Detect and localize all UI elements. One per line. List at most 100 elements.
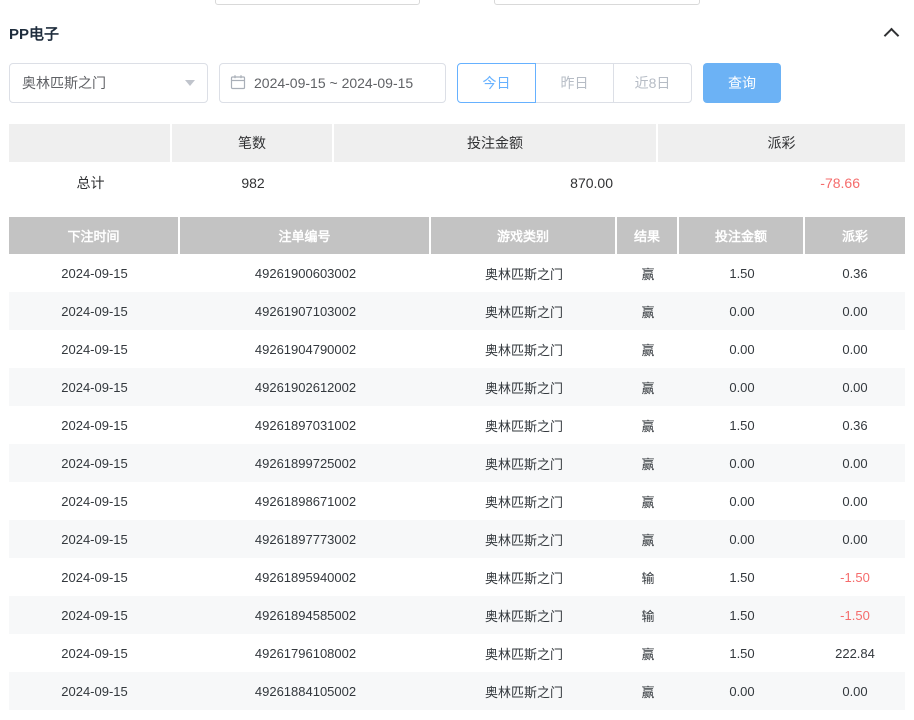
summary-header-row: 笔数 投注金额 派彩: [9, 124, 905, 162]
cell-order-id: 49261895940002: [254, 569, 357, 585]
date-range-value: 2024-09-15 ~ 2024-09-15: [254, 75, 414, 91]
cell-result: 赢: [641, 342, 655, 358]
cell-game-category: 奥林匹斯之门: [484, 380, 563, 396]
cell-result: 输: [641, 570, 655, 586]
filter-row: 奥林匹斯之门 2024-09-15 ~ 2024-09-15 今日 昨日 近8日…: [9, 63, 781, 103]
col-header-result: 结果: [617, 217, 679, 254]
cell-order-id: 49261898671002: [254, 493, 357, 509]
cell-game-category: 奥林匹斯之门: [484, 684, 563, 700]
page: PP电子 奥林匹斯之门 2024-09-15 ~ 2024-09-15 今日 昨…: [0, 0, 914, 720]
col-header-order-id: 注单编号: [180, 217, 431, 254]
cell-payout: 0.36: [842, 265, 868, 281]
cell-order-id: 49261902612002: [254, 379, 357, 395]
cell-result: 赢: [641, 532, 655, 548]
bet-table-body: 2024-09-15 49261900603002 奥林匹斯之门 赢 1.50 …: [9, 254, 905, 720]
col-header-game-category: 游戏类别: [431, 217, 617, 254]
cell-result: 赢: [641, 266, 655, 282]
cell-game-category: 奥林匹斯之门: [484, 570, 563, 586]
cell-bet-time: 2024-09-15: [61, 455, 128, 471]
table-row: 2024-09-15 49261904790002 奥林匹斯之门 赢 0.00 …: [9, 330, 905, 368]
cell-order-id: 49261884105002: [254, 683, 357, 699]
bet-table: 下注时间 注单编号 游戏类别 结果 投注金额 派彩 2024-09-15 492…: [9, 217, 905, 720]
cropped-input-left[interactable]: [215, 0, 420, 5]
cell-game-category: 奥林匹斯之门: [484, 532, 563, 548]
cell-result: 赢: [641, 456, 655, 472]
cell-order-id: 49261796108002: [254, 645, 357, 661]
cell-result: 赢: [641, 380, 655, 396]
date-range-input[interactable]: 2024-09-15 ~ 2024-09-15: [219, 63, 446, 103]
summary-total-label: 总计: [76, 175, 105, 191]
cell-order-id: 49261900603002: [254, 265, 357, 281]
cell-game-category: 奥林匹斯之门: [484, 304, 563, 320]
summary-table: 笔数 投注金额 派彩 总计 982 870.00 -78.66: [9, 124, 905, 204]
cell-order-id: 49261904790002: [254, 341, 357, 357]
cell-bet-amount: 0.00: [729, 379, 755, 395]
cell-order-id: 49261894585002: [254, 607, 357, 623]
cell-game-category: 奥林匹斯之门: [484, 646, 563, 662]
chevron-up-icon[interactable]: [884, 27, 900, 39]
summary-total-count: 982: [241, 175, 265, 191]
cell-game-category: 奥林匹斯之门: [484, 266, 563, 282]
cell-order-id: 49261897031002: [254, 417, 357, 433]
cell-bet-time: 2024-09-15: [61, 607, 128, 623]
cell-bet-amount: 1.50: [729, 645, 755, 661]
cell-bet-time: 2024-09-15: [61, 569, 128, 585]
cell-game-category: [431, 710, 617, 720]
game-select[interactable]: 奥林匹斯之门: [9, 63, 208, 103]
summary-header-payout: 派彩: [658, 124, 905, 162]
summary-header-count: 笔数: [172, 124, 334, 162]
panel-header: PP电子: [9, 22, 900, 44]
table-row: 2024-09-15 49261898671002 奥林匹斯之门 赢 0.00 …: [9, 482, 905, 520]
cell-bet-amount: 0.00: [729, 455, 755, 471]
cell-order-id: 49261907103002: [254, 303, 357, 319]
cell-game-category: 奥林匹斯之门: [484, 608, 563, 624]
table-row: 2024-09-15 49261897031002 奥林匹斯之门 赢 1.50 …: [9, 406, 905, 444]
cell-payout: 0.00: [842, 455, 868, 471]
summary-total-bet-amount: 870.00: [570, 175, 613, 191]
cell-result: [617, 710, 679, 720]
cell-payout: 0.00: [842, 683, 868, 699]
cell-game-category: 奥林匹斯之门: [484, 418, 563, 434]
cell-bet-amount: 1.50: [729, 569, 755, 585]
table-row: 2024-09-15 49261796108002 奥林匹斯之门 赢 1.50 …: [9, 634, 905, 672]
cell-payout: 0.00: [842, 303, 868, 319]
table-row: 2024-09-15 49261894585002 奥林匹斯之门 输 1.50 …: [9, 596, 905, 634]
quick-button-yesterday[interactable]: 昨日: [535, 63, 614, 103]
cell-bet-time: [9, 710, 180, 720]
summary-total-payout: -78.66: [820, 175, 860, 191]
cell-payout: 0.00: [842, 493, 868, 509]
cell-result: 赢: [641, 418, 655, 434]
cell-result: 赢: [641, 646, 655, 662]
table-row: 2024-09-15 49261900603002 奥林匹斯之门 赢 1.50 …: [9, 254, 905, 292]
cell-bet-amount: 0.00: [729, 341, 755, 357]
cell-game-category: 奥林匹斯之门: [484, 342, 563, 358]
table-row: 2024-09-15 49261907103002 奥林匹斯之门 赢 0.00 …: [9, 292, 905, 330]
col-header-bet-time: 下注时间: [9, 217, 180, 254]
cell-result: 赢: [641, 684, 655, 700]
cell-game-category: 奥林匹斯之门: [484, 456, 563, 472]
cell-payout: -1.50: [840, 569, 870, 585]
cell-bet-time: 2024-09-15: [61, 531, 128, 547]
cell-bet-time: 2024-09-15: [61, 379, 128, 395]
table-row: 2024-09-15 49261895940002 奥林匹斯之门 输 1.50 …: [9, 558, 905, 596]
caret-down-icon: [185, 80, 195, 86]
cell-bet-time: 2024-09-15: [61, 493, 128, 509]
col-header-bet-amount: 投注金额: [679, 217, 805, 254]
cell-order-id: [180, 710, 431, 720]
summary-header-bet-amount: 投注金额: [334, 124, 658, 162]
summary-total-row: 总计 982 870.00 -78.66: [9, 162, 905, 204]
table-row: 2024-09-15 49261899725002 奥林匹斯之门 赢 0.00 …: [9, 444, 905, 482]
cell-result: 赢: [641, 304, 655, 320]
quick-range-button-group: 今日 昨日 近8日: [457, 63, 692, 103]
cell-bet-amount: 0.00: [729, 531, 755, 547]
cell-bet-time: 2024-09-15: [61, 341, 128, 357]
cell-bet-time: 2024-09-15: [61, 683, 128, 699]
cell-payout: 222.84: [835, 645, 875, 661]
summary-header-empty: [9, 124, 172, 162]
cell-payout: -1.50: [840, 607, 870, 623]
cropped-input-right[interactable]: [494, 0, 700, 5]
search-button[interactable]: 查询: [703, 63, 781, 103]
quick-button-last-8-days[interactable]: 近8日: [613, 63, 692, 103]
cell-order-id: 49261899725002: [254, 455, 357, 471]
quick-button-today[interactable]: 今日: [457, 63, 536, 103]
